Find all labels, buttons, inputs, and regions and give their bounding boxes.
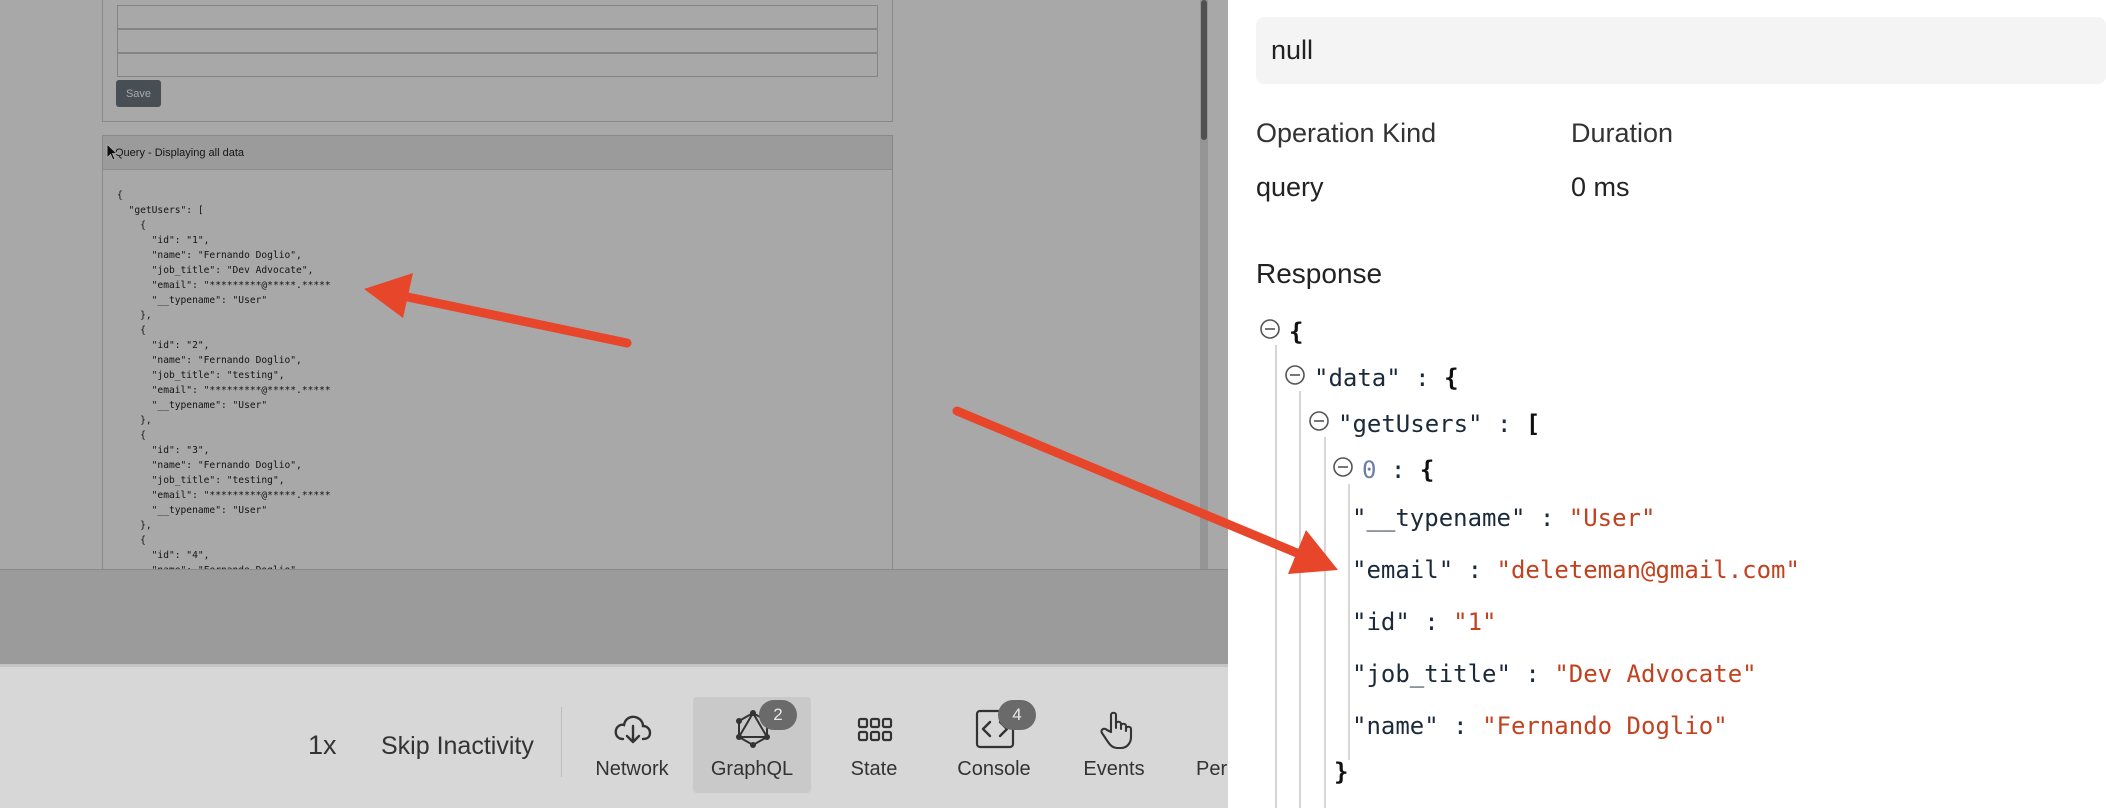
state-button[interactable]: State (815, 697, 933, 793)
network-button[interactable]: Network (573, 697, 691, 793)
json-field-line: "id" : "1" (1352, 608, 1497, 636)
tree-guide (1348, 484, 1350, 760)
json-key: "data" (1314, 364, 1401, 392)
json-field-line: "email" : "deleteman@gmail.com" (1352, 556, 1800, 584)
collapse-icon[interactable] (1308, 410, 1330, 432)
console-label: Console (957, 758, 1031, 780)
json-index: 0 (1362, 456, 1377, 484)
graphql-detail-panel: null Operation Kind query Duration 0 ms … (1228, 0, 2106, 808)
performance-button[interactable]: Per (1175, 697, 1228, 793)
devtools-toolbar: 1x Skip Inactivity Network 2 GraphQL Sta… (0, 664, 1228, 808)
json-key: "name" (1352, 712, 1439, 740)
console-button[interactable]: 4 Console (935, 697, 1053, 793)
skip-inactivity-toggle[interactable]: Skip Inactivity (381, 732, 534, 761)
tree-guide (1324, 437, 1326, 808)
json-key: "__typename" (1352, 504, 1526, 532)
collapse-icon[interactable] (1332, 456, 1354, 478)
console-count-badge: 4 (998, 700, 1036, 730)
json-field-line: "name" : "Fernando Doglio" (1352, 712, 1728, 740)
playback-speed[interactable]: 1x (308, 730, 337, 761)
performance-label: Per (1196, 758, 1228, 780)
collapse-icon[interactable] (1284, 364, 1306, 386)
json-value: "Dev Advocate" (1554, 660, 1757, 688)
json-item-line: 0 : { (1362, 456, 1435, 484)
events-button[interactable]: Events (1055, 697, 1173, 793)
operation-kind-label: Operation Kind (1256, 118, 1437, 148)
tree-guide (1275, 345, 1277, 808)
toolbar-divider (561, 707, 562, 777)
dim-overlay (0, 0, 1228, 664)
json-key: "job_title" (1352, 660, 1511, 688)
json-item-close: } (1334, 758, 1349, 786)
operation-kind-value: query (1256, 172, 1324, 202)
json-value: "User" (1568, 504, 1656, 532)
json-field-line: "__typename" : "User" (1352, 504, 1656, 532)
state-label: State (850, 758, 898, 780)
collapse-icon[interactable] (1259, 318, 1281, 340)
json-value: "1" (1453, 608, 1497, 636)
json-key: "getUsers" (1338, 410, 1483, 438)
response-title: Response (1256, 258, 1383, 289)
json-field-line: "job_title" : "Dev Advocate" (1352, 660, 1757, 688)
tree-guide (1299, 391, 1301, 808)
variables-value-box: null (1256, 17, 2106, 84)
cloud-download-icon (614, 715, 652, 744)
duration-value: 0 ms (1571, 172, 1630, 202)
json-value: "Fernando Doglio" (1482, 712, 1728, 740)
session-replay-area: Save Query - Displaying all data { "getU… (0, 0, 1228, 808)
json-root-line: { (1289, 318, 1304, 346)
json-key: "email" (1352, 556, 1454, 584)
json-key: "id" (1352, 608, 1410, 636)
network-label: Network (595, 758, 669, 780)
json-data-line: "data" : { (1314, 364, 1459, 392)
grid-icon (857, 717, 893, 742)
graphql-label: GraphQL (710, 758, 794, 780)
json-getusers-line: "getUsers" : [ (1338, 410, 1541, 438)
pointer-icon (1100, 711, 1133, 750)
graphql-count-badge: 2 (759, 700, 797, 730)
events-label: Events (1083, 758, 1145, 780)
json-value: "deleteman@gmail.com" (1496, 556, 1800, 584)
graphql-button[interactable]: 2 GraphQL (693, 697, 811, 793)
duration-label: Duration (1571, 118, 1674, 148)
